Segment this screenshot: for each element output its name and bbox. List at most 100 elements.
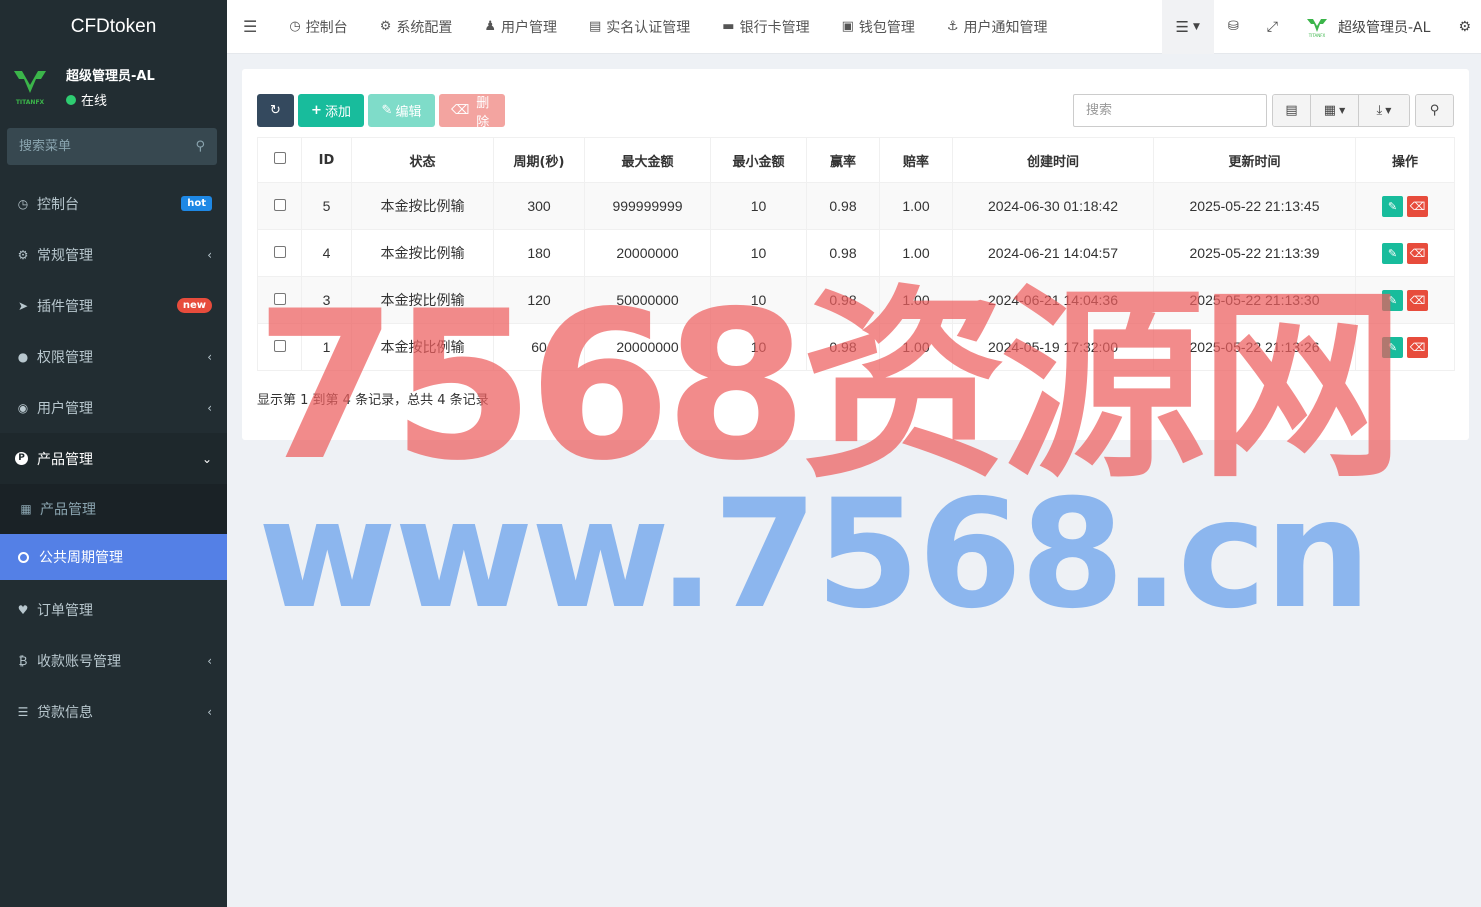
navbar-right: ☰ ▼ ⛁ ⤢ TITANFX 超级管理员-AL ⚙	[1161, 0, 1481, 54]
new-badge: new	[176, 298, 212, 313]
watermark-line1: 7568资源网	[255, 268, 1405, 506]
row-trash-icon[interactable]: ⌫	[1407, 195, 1428, 217]
topnav-wallets[interactable]: ▣ 钱包管理	[826, 0, 931, 54]
table-toolbar: ↻ + 添加 ✎ 编辑 ⌫ 删除	[257, 94, 505, 130]
sidebar-subitem-products[interactable]: ▦ 产品管理	[0, 484, 227, 534]
language-toggle[interactable]: ⛁	[1214, 0, 1253, 54]
cell-max-amount: 999999999	[584, 182, 711, 230]
sidebar-subitem-public-period[interactable]: 公共周期管理	[0, 534, 227, 580]
brand-logo[interactable]: CFDtoken	[0, 0, 227, 54]
table-search-input[interactable]	[1073, 94, 1267, 127]
column-header[interactable]: 赢率	[806, 137, 880, 183]
column-header[interactable]: 赔率	[879, 137, 953, 183]
row-trash-icon[interactable]: ⌫	[1407, 289, 1428, 311]
sidebar-item-users[interactable]: ◉ 用户管理 ‹	[0, 382, 227, 433]
user-panel: TITANFX 超级管理员-AL 在线	[0, 54, 227, 120]
sidebar-item-general[interactable]: ⚙ 常规管理 ‹	[0, 229, 227, 280]
row-trash-icon[interactable]: ⌫	[1407, 242, 1428, 264]
topnav-system-config[interactable]: ⚙ 系统配置	[364, 0, 469, 54]
topnav-user-notifications[interactable]: ⚓ 用户通知管理	[931, 0, 1064, 54]
column-header[interactable]: 更新时间	[1153, 137, 1356, 183]
search-icon[interactable]: ⚲	[195, 139, 205, 154]
row-edit-icon[interactable]: ✎	[1382, 195, 1403, 217]
cogs-icon: ⚙	[17, 247, 29, 262]
admin-profile[interactable]: TITANFX 超级管理员-AL	[1292, 0, 1444, 54]
credit-card-icon: ▬	[722, 19, 735, 34]
trash-icon: ⌫	[451, 103, 470, 118]
sidebar-item-products[interactable]: P 产品管理 ⌄	[0, 433, 227, 484]
search-icon: ⚲	[1429, 103, 1440, 118]
hamburger-icon: ☰	[243, 17, 258, 36]
column-header[interactable]: 周期(秒)	[493, 137, 585, 183]
column-header: 操作	[1355, 137, 1455, 183]
fullscreen-toggle[interactable]: ⤢	[1253, 0, 1292, 54]
view-toggle-group: ▤ ▦ ▼ ⤓ ▼	[1272, 94, 1410, 127]
sidebar-item-payment-accounts[interactable]: ₿ 收款账号管理 ‹	[0, 635, 227, 686]
edit-button[interactable]: ✎ 编辑	[368, 94, 435, 127]
column-header[interactable]: 创建时间	[952, 137, 1154, 183]
bitcoin-icon: ₿	[18, 653, 28, 668]
sidebar-item-loans[interactable]: ☰ 贷款信息 ‹	[0, 686, 227, 737]
search-toggle-group: ⚲	[1415, 94, 1454, 127]
avatar: TITANFX	[1307, 18, 1327, 38]
cogs-icon: ⚙	[1458, 18, 1471, 35]
chevron-left-icon: ‹	[207, 653, 212, 668]
caret-down-icon: ▼	[1339, 106, 1346, 115]
cell-created: 2024-06-30 01:18:42	[952, 182, 1154, 230]
sidebar-item-orders[interactable]: ♥ 订单管理	[0, 584, 227, 635]
columns-dropdown-button[interactable]: ▦ ▼	[1311, 95, 1359, 126]
table-header-row: ID 状态 周期(秒) 最大金额 最小金额 赢率 赔率 创建时间 更新时间 操作	[257, 137, 1455, 183]
column-header[interactable]: 最大金额	[584, 137, 711, 183]
topnav-user-management[interactable]: ♟ 用户管理	[468, 0, 573, 54]
user-status: 在线	[66, 90, 155, 109]
hot-badge: hot	[181, 196, 212, 211]
row-checkbox[interactable]	[273, 199, 286, 211]
sidebar-item-permissions[interactable]: ● 权限管理 ‹	[0, 331, 227, 382]
refresh-button[interactable]: ↻	[257, 94, 294, 127]
caret-down-icon: ▼	[1385, 106, 1392, 115]
topnav-bank-cards[interactable]: ▬ 银行卡管理	[706, 0, 825, 54]
settings-toggle[interactable]: ⚙	[1444, 0, 1481, 54]
select-all-checkbox[interactable]	[273, 152, 286, 164]
list-icon: ☰	[1175, 17, 1189, 36]
sidebar-item-plugins[interactable]: ➤ 插件管理 new	[0, 280, 227, 331]
caret-down-icon: ▼	[1192, 21, 1200, 32]
cell-odds: 1.00	[879, 182, 953, 230]
plus-icon: +	[311, 103, 322, 118]
column-header[interactable]: 最小金额	[710, 137, 807, 183]
list-icon: ☰	[17, 704, 29, 719]
titanfx-logo-icon: TITANFX	[14, 71, 46, 106]
chevron-left-icon: ‹	[207, 704, 212, 719]
menu-dropdown-toggle[interactable]: ☰ ▼	[1161, 0, 1214, 54]
chevron-left-icon: ‹	[207, 247, 212, 262]
heartbeat-icon: ♥	[17, 602, 29, 617]
cell-actions: ✎ ⌫	[1355, 182, 1455, 230]
search-toggle-button[interactable]: ⚲	[1416, 95, 1453, 126]
translate-icon: ⛁	[1227, 19, 1239, 34]
sidebar-search-input[interactable]	[19, 139, 169, 154]
table-row[interactable]: 5 本金按比例输 300 999999999 10 0.98 1.00 2024…	[257, 182, 1455, 230]
sidebar-toggle[interactable]: ☰	[227, 0, 273, 54]
table-right-tools: ▤ ▦▼ ⤓▼ ⚲	[1073, 94, 1454, 127]
chevron-down-icon: ⌄	[201, 451, 212, 466]
delete-button[interactable]: ⌫ 删除	[439, 94, 505, 130]
export-dropdown-button[interactable]: ⤓ ▼	[1359, 95, 1409, 126]
add-button[interactable]: + 添加	[298, 94, 364, 127]
row-checkbox[interactable]	[273, 246, 286, 258]
download-icon: ⤓	[1376, 103, 1383, 118]
row-trash-icon[interactable]: ⌫	[1407, 336, 1428, 358]
cell-period: 300	[493, 182, 585, 230]
topnav-dashboard[interactable]: ◷ 控制台	[273, 0, 363, 54]
column-header[interactable]: ID	[301, 137, 352, 183]
circle-icon	[18, 551, 29, 563]
sidebar-item-dashboard[interactable]: ◷ 控制台 hot	[0, 178, 227, 229]
sidebar-menu: ◷ 控制台 hot ⚙ 常规管理 ‹ ➤ 插件管理 new ● 权限管理 ‹ ◉…	[0, 178, 227, 737]
chevron-left-icon: ‹	[207, 400, 212, 415]
svg-text:TITANFX: TITANFX	[16, 99, 45, 106]
card-view-button[interactable]: ▤	[1273, 95, 1311, 126]
dashboard-icon: ◷	[289, 19, 301, 34]
money-icon: ▣	[841, 19, 854, 34]
topnav-identity-verification[interactable]: ▤ 实名认证管理	[573, 0, 706, 54]
row-edit-icon[interactable]: ✎	[1382, 242, 1403, 264]
column-header[interactable]: 状态	[351, 137, 494, 183]
